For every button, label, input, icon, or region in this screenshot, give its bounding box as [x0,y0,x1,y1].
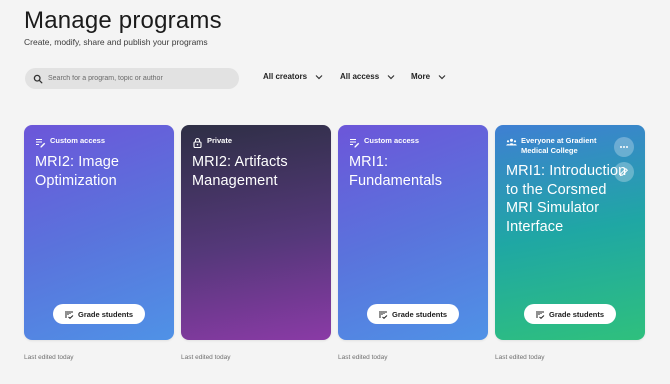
access-info: Custom access [35,136,144,148]
search-input[interactable] [48,75,218,82]
chevron-down-icon [387,74,395,80]
edit-button[interactable] [614,162,634,182]
grade-students-button[interactable]: Grade students [366,304,460,324]
access-label: Custom access [50,136,106,145]
filter-all-creators[interactable]: All creators [263,72,323,81]
access-label: Custom access [364,136,420,145]
grade-icon [379,310,388,319]
program-title: MRI2: Artifacts Management [192,154,288,189]
last-edited: Last edited today [181,354,231,361]
program-card[interactable]: Private MRI2: Artifacts Management [181,125,331,340]
grade-icon [65,310,74,319]
program-title: MRI2: Image Optimization [35,154,120,189]
grade-students-label: Grade students [77,309,134,319]
program-title: MRI1: Fundamentals [349,154,443,189]
group-icon [506,137,517,148]
page-title: Manage programs [24,7,222,34]
last-edited: Last edited today [495,354,545,361]
custom-access-icon [35,137,46,148]
access-info: Private [192,136,301,148]
pencil-icon [619,167,629,177]
search-bar[interactable] [25,68,239,89]
access-info: Everyone at Gradient Medical College [506,136,615,156]
more-options-button[interactable] [614,137,634,157]
more-options-icon [619,145,629,149]
chevron-down-icon [438,74,446,80]
last-edited: Last edited today [338,354,388,361]
grade-students-label: Grade students [548,309,605,319]
page-subtitle: Create, modify, share and publish your p… [24,37,208,47]
grade-icon [536,310,545,319]
last-edited: Last edited today [24,354,74,361]
filter-label: All access [340,72,380,81]
filter-more[interactable]: More [411,72,446,81]
search-icon [33,74,43,84]
lock-icon [192,137,203,148]
program-card[interactable]: Custom access MRI2: Image Optimization G… [24,125,174,340]
access-info: Custom access [349,136,458,148]
grade-students-label: Grade students [391,309,448,319]
chevron-down-icon [315,74,323,80]
program-card[interactable]: Everyone at Gradient Medical College MRI… [495,125,645,340]
filter-label: More [411,72,431,81]
access-label: Everyone at Gradient Medical College [521,136,597,155]
custom-access-icon [349,137,360,148]
filter-all-access[interactable]: All access [340,72,395,81]
grade-students-button[interactable]: Grade students [52,304,146,324]
access-label: Private [207,136,233,145]
grade-students-button[interactable]: Grade students [523,304,617,324]
filter-label: All creators [263,72,308,81]
program-card[interactable]: Custom access MRI1: Fundamentals Grade s… [338,125,488,340]
